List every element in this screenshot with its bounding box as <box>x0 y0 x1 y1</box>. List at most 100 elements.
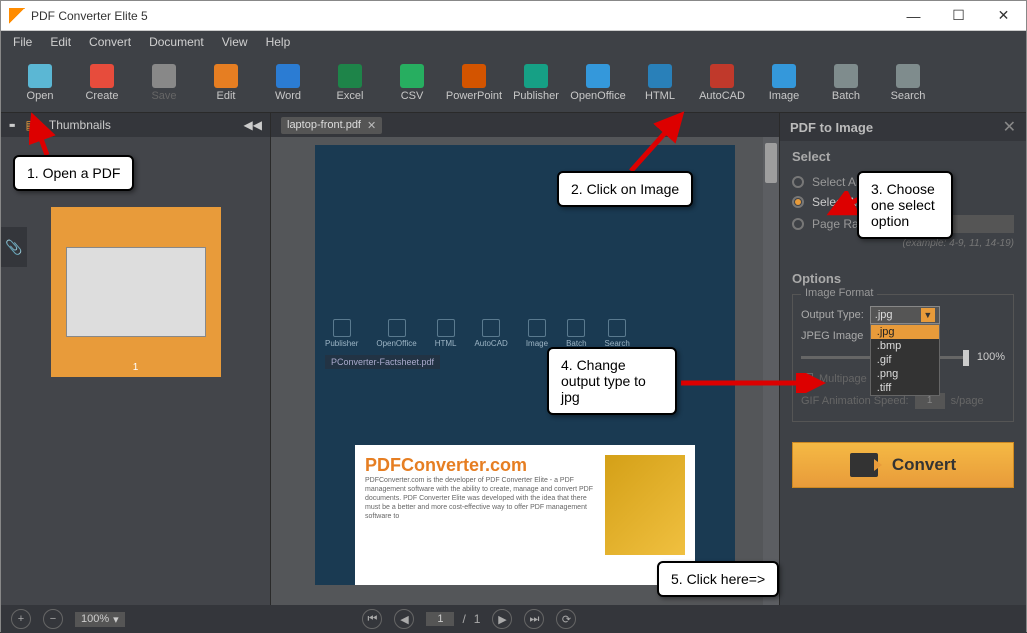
document-area: laptop-front.pdf ✕ PublisherOpenOfficeHT… <box>271 113 779 605</box>
convert-button[interactable]: Convert <box>792 442 1014 488</box>
zoom-out-button[interactable]: − <box>43 609 63 629</box>
document-tab-label: laptop-front.pdf <box>287 119 361 131</box>
csv-icon <box>400 64 424 88</box>
select-title: Select <box>792 149 1014 164</box>
maximize-button[interactable]: ☐ <box>936 1 981 31</box>
image-icon <box>772 64 796 88</box>
search-icon <box>896 64 920 88</box>
toolbar-word[interactable]: Word <box>257 57 319 109</box>
checkbox-icon <box>801 373 813 385</box>
collapse-icon[interactable]: ◀◀ <box>244 118 262 132</box>
toolbar-label: Search <box>891 90 926 102</box>
app-title: PDF Converter Elite 5 <box>31 9 148 23</box>
page-total: 1 <box>474 612 481 626</box>
toolbar-openoffice[interactable]: OpenOffice <box>567 57 629 109</box>
zoom-value: 100% <box>81 613 109 625</box>
document-viewport[interactable]: PublisherOpenOfficeHTMLAutoCADImageBatch… <box>271 137 779 605</box>
next-page-button[interactable]: ▶ <box>492 609 512 629</box>
chevron-down-icon: ▼ <box>921 308 935 322</box>
toolbar-search[interactable]: Search <box>877 57 939 109</box>
dropdown-option-jpg[interactable]: .jpg <box>871 325 939 339</box>
page-current[interactable]: 1 <box>426 612 454 626</box>
toolbar-label: Create <box>85 90 118 102</box>
minimize-button[interactable]: — <box>891 1 936 31</box>
toolbar-image[interactable]: Image <box>753 57 815 109</box>
tab-close-icon[interactable]: ✕ <box>367 119 376 132</box>
vertical-scrollbar[interactable] <box>763 137 779 605</box>
dropdown-option-gif[interactable]: .gif <box>871 353 939 367</box>
attachment-tab[interactable]: 📎 <box>1 227 27 267</box>
rotate-button[interactable]: ⟳ <box>556 609 576 629</box>
last-page-button[interactable]: ⏭ <box>524 609 544 629</box>
fieldset-legend: Image Format <box>801 287 877 299</box>
inner-image: Image <box>526 319 548 348</box>
edit-icon <box>214 64 238 88</box>
zoom-select[interactable]: 100% ▾ <box>75 612 125 627</box>
content-text: PDFConverter.com is the developer of PDF… <box>365 476 595 521</box>
toolbar-html[interactable]: HTML <box>629 57 691 109</box>
inner-html: HTML <box>435 319 457 348</box>
document-tab[interactable]: laptop-front.pdf ✕ <box>281 117 382 134</box>
create-icon <box>90 64 114 88</box>
gif-speed-label: GIF Animation Speed: <box>801 395 909 407</box>
toolbar-save[interactable]: Save <box>133 57 195 109</box>
menu-document[interactable]: Document <box>141 33 212 51</box>
grid-icon[interactable]: ▪▪ <box>9 118 14 132</box>
toolbar-excel[interactable]: Excel <box>319 57 381 109</box>
dropdown-option-png[interactable]: .png <box>871 367 939 381</box>
sidebar-title: PDF to Image <box>790 120 873 135</box>
menu-edit[interactable]: Edit <box>42 33 79 51</box>
output-type-label: Output Type: <box>801 309 864 321</box>
first-page-button[interactable]: ⏮ <box>362 609 382 629</box>
toolbar-label: PowerPoint <box>446 90 502 102</box>
toolbar-label: Image <box>769 90 800 102</box>
product-box-image <box>605 455 685 555</box>
dropdown-option-tiff[interactable]: .tiff <box>871 381 939 395</box>
menu-file[interactable]: File <box>5 33 40 51</box>
toolbar-open[interactable]: Open <box>9 57 71 109</box>
toolbar-label: CSV <box>401 90 424 102</box>
toolbar-label: Publisher <box>513 90 559 102</box>
inner-openoffice: OpenOffice <box>376 319 416 348</box>
thumbnails-body: 📎 1 <box>1 137 270 605</box>
inner-batch: Batch <box>566 319 586 348</box>
toolbar-batch[interactable]: Batch <box>815 57 877 109</box>
page-content: PDFConverter.com PDFConverter.com is the… <box>355 445 695 585</box>
toolbar-create[interactable]: Create <box>71 57 133 109</box>
thumbnails-title: Thumbnails <box>49 118 111 132</box>
embedded-toolbar: PublisherOpenOfficeHTMLAutoCADImageBatch… <box>315 315 735 351</box>
prev-page-button[interactable]: ◀ <box>394 609 414 629</box>
thumbnail-number: 1 <box>133 362 139 373</box>
quality-value: 100% <box>977 351 1005 363</box>
toolbar-label: Word <box>275 90 301 102</box>
output-type-select[interactable]: .jpg ▼ .jpg.bmp.gif.png.tiff <box>870 306 940 324</box>
sidebar-close-icon[interactable]: ✕ <box>1003 117 1016 137</box>
toolbar-powerpoint[interactable]: PowerPoint <box>443 57 505 109</box>
toolbar: Open Create SaveEdit Word Excel CSV PowerPoint… <box>1 53 1026 113</box>
output-type-dropdown: .jpg.bmp.gif.png.tiff <box>870 324 940 396</box>
thumbnail-page-1[interactable]: 1 <box>51 207 221 377</box>
menubar: File Edit Convert Document View Help <box>1 31 1026 53</box>
menu-convert[interactable]: Convert <box>81 33 139 51</box>
jpeg-quality-label: JPEG Image <box>801 330 863 342</box>
toolbar-csv[interactable]: CSV <box>381 57 443 109</box>
thumbnails-header: ▪▪ ▤ Thumbnails ◀◀ <box>1 113 270 137</box>
document-tabs: laptop-front.pdf ✕ <box>271 113 779 137</box>
toolbar-publisher[interactable]: Publisher <box>505 57 567 109</box>
inner-autocad: AutoCAD <box>474 319 507 348</box>
thumb-doc-icon[interactable]: ▤ <box>26 118 37 132</box>
close-button[interactable]: ✕ <box>981 1 1026 31</box>
toolbar-autocad[interactable]: AutoCAD <box>691 57 753 109</box>
toolbar-label: HTML <box>645 90 675 102</box>
toolbar-label: OpenOffice <box>570 90 625 102</box>
toolbar-label: AutoCAD <box>699 90 745 102</box>
toolbar-edit[interactable]: Edit <box>195 57 257 109</box>
sidebar-header: PDF to Image ✕ <box>780 113 1026 141</box>
gif-speed-unit: s/page <box>951 395 984 407</box>
open-icon <box>28 64 52 88</box>
inner-search: Search <box>605 319 630 348</box>
menu-help[interactable]: Help <box>258 33 299 51</box>
dropdown-option-bmp[interactable]: .bmp <box>871 339 939 353</box>
menu-view[interactable]: View <box>214 33 256 51</box>
zoom-in-button[interactable]: + <box>11 609 31 629</box>
